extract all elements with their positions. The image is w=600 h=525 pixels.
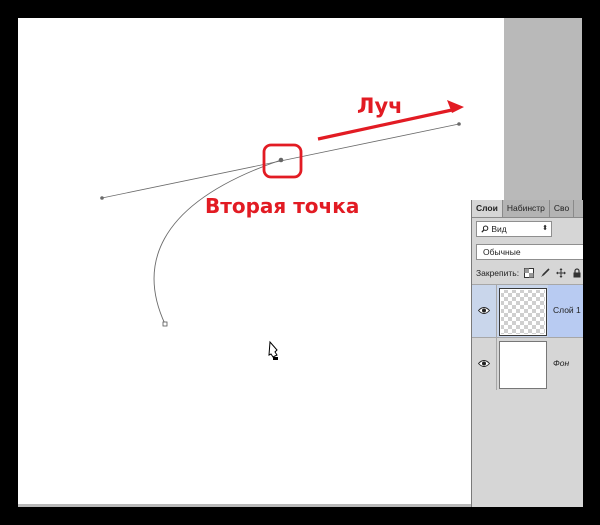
lock-label: Закрепить:	[476, 268, 520, 278]
lock-move-icon[interactable]	[556, 268, 567, 278]
lock-transparent-icon[interactable]	[524, 268, 535, 278]
layer-visibility-toggle[interactable]	[472, 285, 497, 337]
select-arrows-icon: ⬍	[542, 225, 548, 232]
blend-mode-select[interactable]: Обычные	[476, 244, 583, 260]
eye-icon	[478, 307, 490, 314]
layer-name[interactable]: Фон	[553, 358, 569, 368]
tab-channels[interactable]: Набинстр	[503, 200, 550, 217]
layers-panel: Слои Набинстр Сво Вид ⬍ Обычные Закрепит…	[471, 200, 583, 507]
eye-icon	[478, 360, 490, 367]
layer-thumbnail-transparent	[499, 288, 547, 336]
layer-name[interactable]: Слой 1	[553, 305, 581, 315]
lock-row: Закрепить:	[476, 266, 583, 280]
lock-paint-icon[interactable]	[540, 268, 550, 278]
panel-tabs: Слои Набинстр Сво	[472, 200, 583, 218]
layer-visibility-toggle[interactable]	[472, 338, 497, 390]
lock-all-icon[interactable]	[572, 268, 582, 278]
search-icon	[481, 225, 489, 233]
blend-mode-value: Обычные	[483, 247, 521, 257]
layer-row-background[interactable]: Фон	[472, 337, 583, 390]
layer-row-layer1[interactable]: Слой 1	[472, 284, 583, 337]
layer-filter-value: Вид	[491, 224, 507, 234]
tab-properties[interactable]: Сво	[550, 200, 575, 217]
layer-thumbnail-white	[499, 341, 547, 389]
document-canvas[interactable]	[18, 18, 504, 504]
tab-layers[interactable]: Слои	[472, 200, 503, 217]
layer-filter-select[interactable]: Вид ⬍	[476, 221, 552, 237]
